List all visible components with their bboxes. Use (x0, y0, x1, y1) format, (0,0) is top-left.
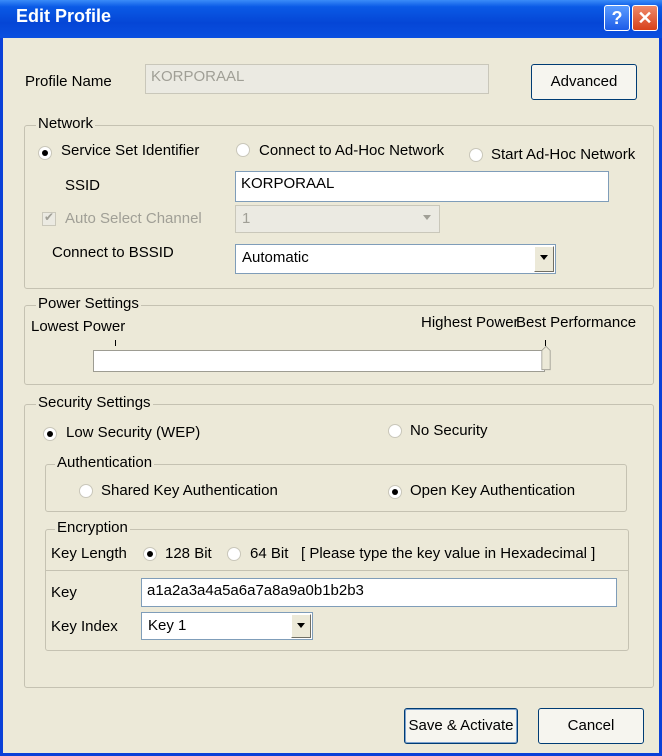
power-legend: Power Settings (36, 295, 141, 312)
key-input[interactable]: a1a2a3a4a5a6a7a8a9a0b1b2b3 (141, 578, 617, 607)
close-icon: ✕ (637, 8, 653, 28)
profile-name-field: KORPORAAL (145, 64, 489, 94)
cancel-button[interactable]: Cancel (538, 708, 644, 744)
auto-channel-checkbox (42, 210, 56, 226)
adhoc-start-label: Start Ad-Hoc Network (491, 146, 636, 163)
advanced-button[interactable]: Advanced (531, 64, 637, 100)
adhoc-start-radio[interactable] (469, 148, 483, 162)
security-legend: Security Settings (36, 394, 153, 411)
highest-power-label: Highest Power (421, 314, 519, 331)
bit128-label: 128 Bit (165, 545, 212, 562)
adhoc-connect-label: Connect to Ad-Hoc Network (259, 142, 445, 159)
bit64-radio[interactable] (227, 547, 241, 561)
ssid-label: SSID (65, 177, 101, 194)
bssid-select[interactable]: Automatic (235, 244, 556, 274)
bssid-label: Connect to BSSID (52, 244, 174, 261)
chevron-down-icon (418, 207, 438, 231)
lowest-power-label: Lowest Power (31, 318, 126, 335)
edit-profile-dialog: Edit Profile ? ✕ Profile Name KORPORAAL … (0, 0, 662, 756)
network-legend: Network (36, 115, 96, 132)
no-security-radio[interactable] (388, 424, 402, 438)
power-slider-thumb[interactable] (541, 344, 551, 372)
key-label: Key (51, 584, 77, 601)
authentication-legend: Authentication (55, 454, 155, 471)
slider-tick-low (115, 340, 116, 346)
ssid-input[interactable]: KORPORAAL (235, 171, 609, 202)
help-button[interactable]: ? (604, 5, 630, 31)
chevron-down-icon[interactable] (534, 246, 554, 272)
close-button[interactable]: ✕ (632, 5, 658, 31)
ssid-mode-label: Service Set Identifier (61, 142, 200, 159)
best-performance-label: Best Performance (516, 314, 637, 331)
low-security-radio[interactable] (43, 427, 57, 441)
encryption-legend: Encryption (55, 519, 130, 536)
power-slider-track[interactable] (93, 350, 545, 372)
save-activate-button[interactable]: Save & Activate (404, 708, 518, 744)
bit64-label: 64 Bit (250, 545, 289, 562)
chevron-down-icon[interactable] (291, 614, 311, 638)
shared-key-label: Shared Key Authentication (101, 482, 278, 499)
key-index-select[interactable]: Key 1 (141, 612, 313, 640)
key-index-value: Key 1 (148, 617, 187, 634)
open-key-label: Open Key Authentication (410, 482, 576, 499)
encryption-divider (45, 570, 629, 571)
key-index-label: Key Index (51, 618, 118, 635)
dialog-title: Edit Profile (16, 6, 112, 26)
shared-key-radio[interactable] (79, 484, 93, 498)
bit128-radio[interactable] (143, 547, 157, 561)
auto-channel-label: Auto Select Channel (65, 210, 202, 227)
no-security-label: No Security (410, 422, 488, 439)
bssid-value: Automatic (242, 249, 309, 266)
title-bar[interactable]: Edit Profile ? ✕ (0, 0, 662, 38)
key-length-label: Key Length (51, 545, 127, 562)
channel-value: 1 (242, 210, 251, 227)
hex-hint: [ Please type the key value in Hexadecim… (301, 545, 596, 562)
low-security-label: Low Security (WEP) (66, 424, 201, 441)
channel-select: 1 (235, 205, 440, 233)
ssid-mode-radio[interactable] (38, 146, 52, 160)
profile-name-label: Profile Name (25, 73, 112, 90)
help-icon: ? (611, 8, 623, 28)
adhoc-connect-radio[interactable] (236, 143, 250, 157)
open-key-radio[interactable] (388, 485, 402, 499)
